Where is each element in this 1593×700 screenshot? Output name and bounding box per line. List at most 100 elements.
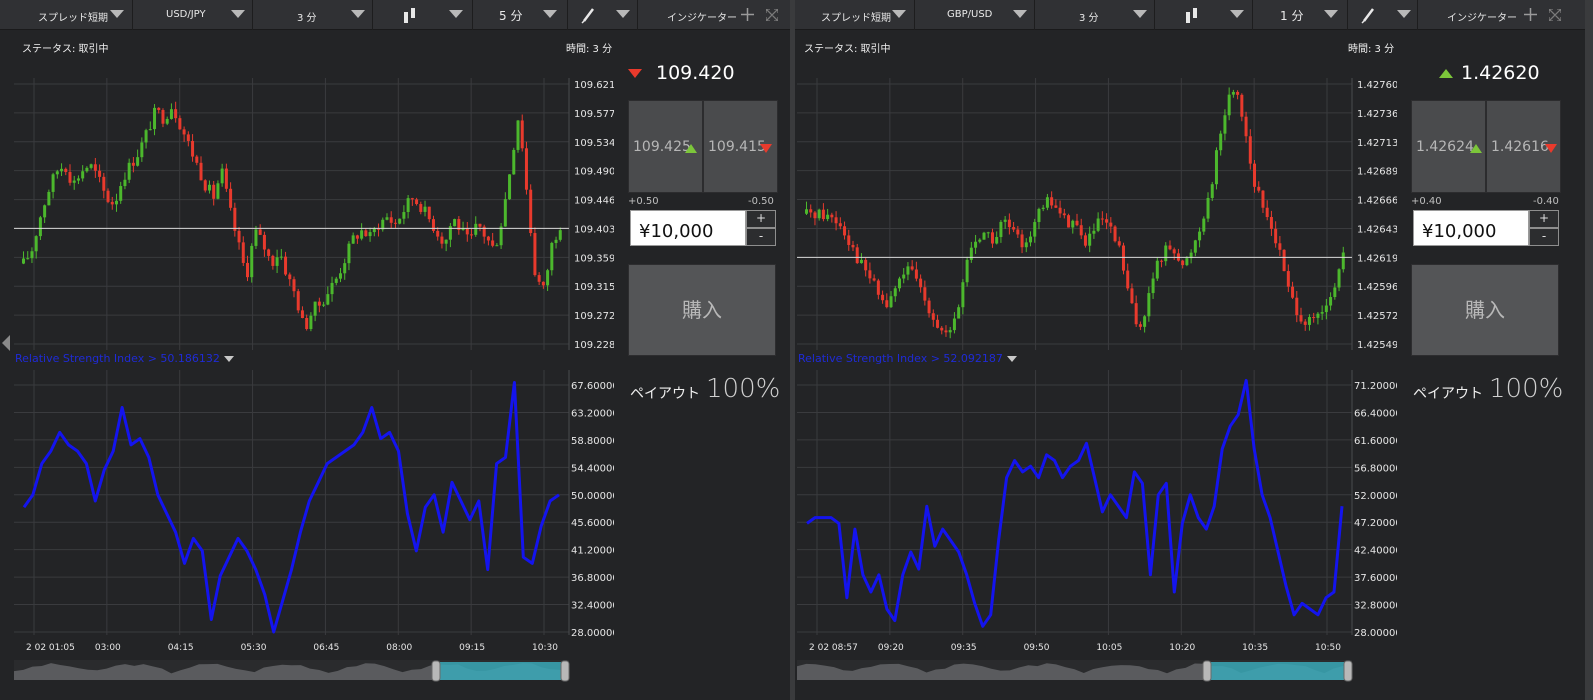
candle — [843, 226, 847, 236]
candle — [106, 190, 110, 202]
candle — [182, 129, 186, 135]
status-text: ステータス: 取引中 — [22, 44, 109, 55]
candle — [1045, 197, 1049, 208]
candle — [1067, 215, 1071, 228]
candle — [1257, 186, 1261, 191]
price-tick-label: 1.427601 — [1357, 80, 1397, 91]
rsi-legend-text: Relative Strength Index > 50.186132 — [15, 352, 220, 365]
amount-minus-button[interactable]: - — [1529, 228, 1559, 246]
candle — [1096, 218, 1100, 231]
candle — [360, 230, 364, 239]
candle — [478, 223, 482, 227]
high-button[interactable]: 1.42624 — [1411, 100, 1486, 193]
candle — [546, 270, 550, 286]
chevron-down-icon — [231, 10, 245, 18]
navigator-handle[interactable] — [1343, 660, 1353, 682]
candle — [465, 228, 469, 235]
draw-tool-select[interactable] — [1348, 0, 1418, 30]
candle — [1244, 116, 1248, 137]
candle — [1253, 163, 1257, 187]
chart-area[interactable]: 109.6213 109.5777 109.5340 109.4904 109.4467… — [14, 70, 614, 696]
candle — [406, 198, 410, 213]
toolbar: スプレッド短期 USD/JPY 3 分 5 分 インジケーター — [0, 0, 790, 30]
buy-button[interactable]: 購入 — [628, 264, 776, 356]
candle — [110, 201, 114, 205]
plus-icon — [741, 8, 754, 21]
navigator-handle[interactable] — [431, 660, 441, 682]
high-button[interactable]: 109.425 — [628, 100, 703, 193]
amount-minus-button[interactable]: - — [746, 228, 776, 246]
price-tick-label: 1.426899 — [1357, 167, 1397, 178]
chart-type-select[interactable] — [1155, 0, 1253, 30]
timeframe-select[interactable]: 1 分 — [1253, 0, 1348, 30]
indicators-button[interactable]: インジケーター — [1418, 0, 1518, 30]
candle — [1236, 91, 1240, 95]
add-indicator-button[interactable] — [1521, 0, 1541, 30]
candle — [499, 226, 503, 246]
candle — [30, 251, 34, 259]
time-tick-label: 09:50 — [1024, 643, 1050, 653]
chart-panel-gbpusd: スプレッド短期 GBP/USD 3 分 1 分 インジケーター ステータス: 取… — [795, 0, 1585, 700]
buy-button[interactable]: 購入 — [1411, 264, 1559, 356]
spread-minus: -0.50 — [748, 196, 774, 207]
candle — [1088, 233, 1092, 246]
pen-icon — [581, 8, 594, 24]
chevron-down-icon — [1397, 10, 1411, 18]
low-button[interactable]: 1.42616 — [1486, 100, 1561, 193]
candle — [1121, 245, 1125, 271]
fullscreen-button[interactable] — [1544, 0, 1566, 30]
candle — [250, 245, 254, 278]
candle — [969, 247, 973, 260]
candle — [944, 330, 948, 333]
amount-plus-button[interactable]: + — [746, 210, 776, 228]
strategy-label: スプレッド短期 — [38, 13, 108, 24]
payout-label: ペイアウト — [1413, 386, 1483, 402]
draw-tool-select[interactable] — [568, 0, 638, 30]
collapse-panel-icon[interactable] — [0, 323, 12, 363]
candle — [520, 120, 524, 149]
navigator-handle[interactable] — [1202, 660, 1212, 682]
indicators-button[interactable]: インジケーター — [638, 0, 738, 30]
candle — [81, 171, 85, 179]
chart-type-select[interactable] — [373, 0, 473, 30]
navigator-handle[interactable] — [560, 660, 570, 682]
rsi-legend[interactable]: Relative Strength Index > 50.186132 — [15, 352, 234, 365]
amount-input[interactable] — [630, 210, 746, 246]
candle — [876, 280, 880, 295]
candle — [140, 142, 144, 158]
candle — [838, 223, 842, 227]
candle — [89, 164, 93, 168]
timeframe-select[interactable]: 5 分 — [473, 0, 568, 30]
payout-label: ペイアウト — [630, 386, 700, 402]
price-tick-label: 1.425729 — [1357, 311, 1397, 322]
expiry-select[interactable]: 3 分 — [253, 0, 373, 30]
add-indicator-button[interactable] — [738, 0, 758, 30]
pair-select[interactable]: GBP/USD — [915, 0, 1035, 30]
timeframe-label: 1 分 — [1280, 9, 1304, 23]
candle — [847, 235, 851, 245]
candle — [440, 236, 444, 244]
candle — [309, 315, 313, 330]
candle — [1151, 278, 1155, 294]
arrow-up-icon — [685, 144, 697, 153]
candle — [402, 212, 406, 219]
amount-plus-button[interactable]: + — [1529, 210, 1559, 228]
candle — [957, 307, 961, 319]
expiry-select[interactable]: 3 分 — [1035, 0, 1155, 30]
time-tick-label: 05:30 — [241, 643, 267, 653]
candle — [212, 184, 216, 199]
rsi-tick-label: 42.40000 — [1354, 546, 1397, 557]
candle — [495, 245, 499, 247]
time-tick-label: 2 02 01:05 — [26, 643, 75, 653]
rsi-tick-label: 45.60000 — [571, 518, 614, 529]
candle — [965, 259, 969, 283]
strategy-select[interactable]: スプレッド短期 — [795, 0, 915, 30]
fullscreen-button[interactable] — [761, 0, 783, 30]
rsi-legend[interactable]: Relative Strength Index > 52.092187 — [798, 352, 1017, 365]
pair-select[interactable]: USD/JPY — [133, 0, 253, 30]
amount-input[interactable] — [1413, 210, 1529, 246]
low-button[interactable]: 109.415 — [703, 100, 778, 193]
strategy-select[interactable]: スプレッド短期 — [0, 0, 133, 30]
candlestick-icon — [1186, 8, 1197, 23]
chart-area[interactable]: 1.427601 1.427367 1.427133 1.426899 1.426665… — [797, 70, 1397, 696]
